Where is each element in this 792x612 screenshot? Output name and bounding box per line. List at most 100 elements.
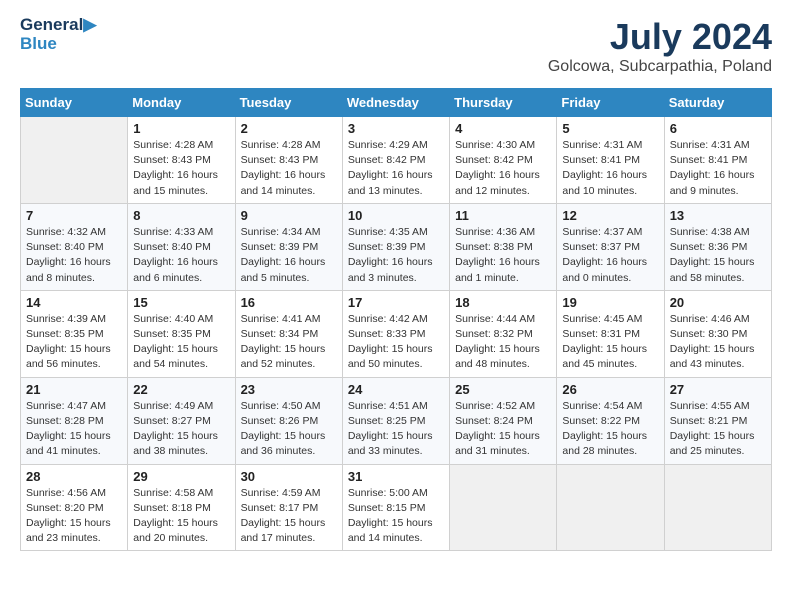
day-number: 28 <box>26 469 122 484</box>
table-cell: 16 Sunrise: 4:41 AM Sunset: 8:34 PM Dayli… <box>235 290 342 377</box>
table-cell: 27 Sunrise: 4:55 AM Sunset: 8:21 PM Dayli… <box>664 377 771 464</box>
cell-info: Sunrise: 4:36 AM Sunset: 8:38 PM Dayligh… <box>455 225 551 286</box>
table-cell: 26 Sunrise: 4:54 AM Sunset: 8:22 PM Dayli… <box>557 377 664 464</box>
cell-info: Sunrise: 4:55 AM Sunset: 8:21 PM Dayligh… <box>670 399 766 460</box>
table-cell: 20Sunrise: 4:46 AM Sunset: 8:30 PM Dayli… <box>664 290 771 377</box>
logo-general: General▶ <box>20 16 96 35</box>
day-number: 31 <box>348 469 444 484</box>
day-number: 9 <box>241 208 337 223</box>
day-number: 24 <box>348 382 444 397</box>
table-cell: 13 Sunrise: 4:38 AM Sunset: 8:36 PM Dayli… <box>664 203 771 290</box>
cell-info: Sunrise: 5:00 AM Sunset: 8:15 PM Dayligh… <box>348 486 444 547</box>
day-number: 21 <box>26 382 122 397</box>
table-cell <box>21 117 128 204</box>
day-number: 3 <box>348 121 444 136</box>
cell-info: Sunrise: 4:39 AM Sunset: 8:35 PM Dayligh… <box>26 312 122 373</box>
week-row-1: 1 Sunrise: 4:28 AM Sunset: 8:43 PM Daylig… <box>21 117 772 204</box>
day-number: 25 <box>455 382 551 397</box>
cell-info: Sunrise: 4:35 AM Sunset: 8:39 PM Dayligh… <box>348 225 444 286</box>
table-cell <box>557 464 664 551</box>
table-cell: 30Sunrise: 4:59 AM Sunset: 8:17 PM Dayli… <box>235 464 342 551</box>
calendar-header-row: Sunday Monday Tuesday Wednesday Thursday… <box>21 89 772 117</box>
table-cell: 8 Sunrise: 4:33 AM Sunset: 8:40 PM Daylig… <box>128 203 235 290</box>
cell-info: Sunrise: 4:51 AM Sunset: 8:25 PM Dayligh… <box>348 399 444 460</box>
week-row-4: 21 Sunrise: 4:47 AM Sunset: 8:28 PM Dayli… <box>21 377 772 464</box>
table-cell: 14 Sunrise: 4:39 AM Sunset: 8:35 PM Dayli… <box>21 290 128 377</box>
day-number: 27 <box>670 382 766 397</box>
table-cell: 1 Sunrise: 4:28 AM Sunset: 8:43 PM Daylig… <box>128 117 235 204</box>
col-friday: Friday <box>557 89 664 117</box>
cell-info: Sunrise: 4:38 AM Sunset: 8:36 PM Dayligh… <box>670 225 766 286</box>
cell-info: Sunrise: 4:30 AM Sunset: 8:42 PM Dayligh… <box>455 138 551 199</box>
cell-info: Sunrise: 4:56 AM Sunset: 8:20 PM Dayligh… <box>26 486 122 547</box>
day-number: 29 <box>133 469 229 484</box>
cell-info: Sunrise: 4:41 AM Sunset: 8:34 PM Dayligh… <box>241 312 337 373</box>
day-number: 16 <box>241 295 337 310</box>
day-number: 5 <box>562 121 658 136</box>
cell-info: Sunrise: 4:37 AM Sunset: 8:37 PM Dayligh… <box>562 225 658 286</box>
cell-info: Sunrise: 4:58 AM Sunset: 8:18 PM Dayligh… <box>133 486 229 547</box>
cell-info: Sunrise: 4:45 AM Sunset: 8:31 PM Dayligh… <box>562 312 658 373</box>
day-number: 19 <box>562 295 658 310</box>
day-number: 8 <box>133 208 229 223</box>
cell-info: Sunrise: 4:28 AM Sunset: 8:43 PM Dayligh… <box>133 138 229 199</box>
week-row-5: 28 Sunrise: 4:56 AM Sunset: 8:20 PM Dayli… <box>21 464 772 551</box>
table-cell: 7Sunrise: 4:32 AM Sunset: 8:40 PM Daylig… <box>21 203 128 290</box>
table-cell: 6Sunrise: 4:31 AM Sunset: 8:41 PM Daylig… <box>664 117 771 204</box>
day-number: 26 <box>562 382 658 397</box>
logo-blue: Blue <box>20 35 57 54</box>
day-number: 2 <box>241 121 337 136</box>
day-number: 18 <box>455 295 551 310</box>
table-cell: 25Sunrise: 4:52 AM Sunset: 8:24 PM Dayli… <box>450 377 557 464</box>
calendar-table: Sunday Monday Tuesday Wednesday Thursday… <box>20 88 772 551</box>
day-number: 22 <box>133 382 229 397</box>
table-cell <box>664 464 771 551</box>
cell-info: Sunrise: 4:42 AM Sunset: 8:33 PM Dayligh… <box>348 312 444 373</box>
day-number: 12 <box>562 208 658 223</box>
page-subtitle: Golcowa, Subcarpathia, Poland <box>548 58 772 76</box>
cell-info: Sunrise: 4:59 AM Sunset: 8:17 PM Dayligh… <box>241 486 337 547</box>
cell-info: Sunrise: 4:44 AM Sunset: 8:32 PM Dayligh… <box>455 312 551 373</box>
cell-info: Sunrise: 4:54 AM Sunset: 8:22 PM Dayligh… <box>562 399 658 460</box>
day-number: 17 <box>348 295 444 310</box>
table-cell: 31 Sunrise: 5:00 AM Sunset: 8:15 PM Dayli… <box>342 464 449 551</box>
day-number: 14 <box>26 295 122 310</box>
day-number: 15 <box>133 295 229 310</box>
day-number: 1 <box>133 121 229 136</box>
cell-info: Sunrise: 4:50 AM Sunset: 8:26 PM Dayligh… <box>241 399 337 460</box>
cell-info: Sunrise: 4:49 AM Sunset: 8:27 PM Dayligh… <box>133 399 229 460</box>
table-cell: 11 Sunrise: 4:36 AM Sunset: 8:38 PM Dayli… <box>450 203 557 290</box>
week-row-2: 7Sunrise: 4:32 AM Sunset: 8:40 PM Daylig… <box>21 203 772 290</box>
day-number: 13 <box>670 208 766 223</box>
day-number: 11 <box>455 208 551 223</box>
table-cell: 4Sunrise: 4:30 AM Sunset: 8:42 PM Daylig… <box>450 117 557 204</box>
table-cell: 23Sunrise: 4:50 AM Sunset: 8:26 PM Dayli… <box>235 377 342 464</box>
table-cell: 18 Sunrise: 4:44 AM Sunset: 8:32 PM Dayli… <box>450 290 557 377</box>
logo: General▶ Blue <box>20 16 96 53</box>
cell-info: Sunrise: 4:28 AM Sunset: 8:43 PM Dayligh… <box>241 138 337 199</box>
table-cell: 15 Sunrise: 4:40 AM Sunset: 8:35 PM Dayli… <box>128 290 235 377</box>
cell-info: Sunrise: 4:47 AM Sunset: 8:28 PM Dayligh… <box>26 399 122 460</box>
title-area: July 2024 Golcowa, Subcarpathia, Poland <box>548 16 772 76</box>
cell-info: Sunrise: 4:29 AM Sunset: 8:42 PM Dayligh… <box>348 138 444 199</box>
table-cell <box>450 464 557 551</box>
cell-info: Sunrise: 4:31 AM Sunset: 8:41 PM Dayligh… <box>562 138 658 199</box>
page-header: General▶ Blue July 2024 Golcowa, Subcarp… <box>20 16 772 76</box>
table-cell: 21 Sunrise: 4:47 AM Sunset: 8:28 PM Dayli… <box>21 377 128 464</box>
table-cell: 2 Sunrise: 4:28 AM Sunset: 8:43 PM Daylig… <box>235 117 342 204</box>
col-thursday: Thursday <box>450 89 557 117</box>
table-cell: 19 Sunrise: 4:45 AM Sunset: 8:31 PM Dayli… <box>557 290 664 377</box>
table-cell: 29 Sunrise: 4:58 AM Sunset: 8:18 PM Dayli… <box>128 464 235 551</box>
col-saturday: Saturday <box>664 89 771 117</box>
page-title: July 2024 <box>548 16 772 58</box>
col-wednesday: Wednesday <box>342 89 449 117</box>
table-cell: 22 Sunrise: 4:49 AM Sunset: 8:27 PM Dayli… <box>128 377 235 464</box>
cell-info: Sunrise: 4:40 AM Sunset: 8:35 PM Dayligh… <box>133 312 229 373</box>
cell-info: Sunrise: 4:33 AM Sunset: 8:40 PM Dayligh… <box>133 225 229 286</box>
cell-info: Sunrise: 4:46 AM Sunset: 8:30 PM Dayligh… <box>670 312 766 373</box>
week-row-3: 14 Sunrise: 4:39 AM Sunset: 8:35 PM Dayli… <box>21 290 772 377</box>
col-tuesday: Tuesday <box>235 89 342 117</box>
table-cell: 17 Sunrise: 4:42 AM Sunset: 8:33 PM Dayli… <box>342 290 449 377</box>
day-number: 6 <box>670 121 766 136</box>
day-number: 7 <box>26 208 122 223</box>
